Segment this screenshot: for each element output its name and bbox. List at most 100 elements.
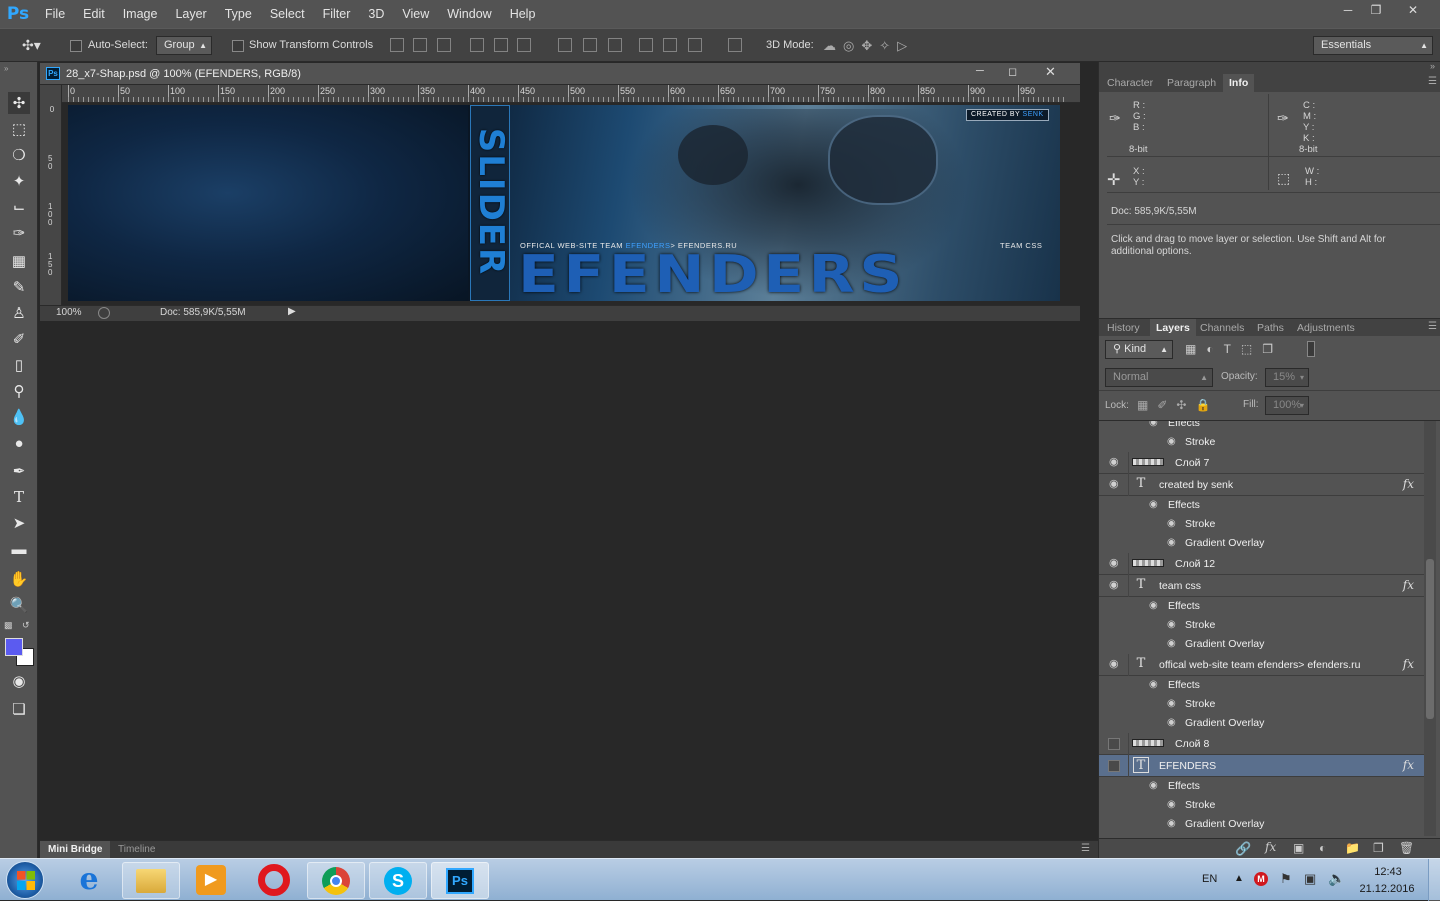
menu-filter[interactable]: Filter — [314, 0, 360, 28]
transform-controls-checkbox[interactable] — [232, 40, 244, 52]
layers-panel-menu-icon[interactable]: ☰ — [1428, 321, 1437, 332]
bottom-panel-menu-icon[interactable]: ☰ — [1081, 843, 1090, 854]
document-tab[interactable]: Ps 28_x7-Shap.psd @ 100% (EFENDERS, RGB/… — [40, 63, 1080, 85]
tab-mini-bridge[interactable]: Mini Bridge — [40, 841, 111, 859]
layer-filter-icons[interactable]: ▦◐T⬚❐ — [1185, 342, 1283, 356]
align-top-icon[interactable] — [390, 38, 404, 52]
layer-row-text[interactable]: ◉ Tteam css fx — [1099, 575, 1424, 597]
layer-effects-group[interactable]: ◉ Effects — [1099, 597, 1424, 616]
layer-effect-item[interactable]: ◉ Stroke — [1099, 796, 1424, 815]
workspace-dropdown[interactable]: Essentials ▲ — [1313, 36, 1433, 55]
fx-icon[interactable]: fx — [1265, 840, 1276, 854]
tray-m-icon[interactable]: M — [1254, 872, 1268, 886]
type-tool-icon[interactable]: T — [8, 486, 30, 508]
screen-mode-icon[interactable]: ❏ — [8, 698, 30, 720]
start-button[interactable] — [6, 861, 44, 899]
explorer-taskbar-button[interactable] — [122, 862, 180, 899]
photoshop-taskbar-button[interactable]: Ps — [431, 862, 489, 899]
paint-bucket-tool-icon[interactable]: ⚲ — [8, 380, 30, 402]
tab-adjustments[interactable]: Adjustments — [1291, 319, 1361, 337]
menu-help[interactable]: Help — [501, 0, 545, 28]
menu-layer[interactable]: Layer — [166, 0, 215, 28]
layer-row-text[interactable]: T EFENDERS fx — [1099, 755, 1424, 777]
add-mask-icon[interactable]: ▣ — [1293, 841, 1304, 855]
align-bottom-icon[interactable] — [437, 38, 451, 52]
align-hcenter-icon[interactable] — [494, 38, 508, 52]
align-left-icon[interactable] — [470, 38, 484, 52]
visibility-off-box[interactable] — [1108, 760, 1120, 772]
link-layers-icon[interactable]: 🔗 — [1235, 841, 1251, 857]
layer-effect-item[interactable]: ◉ Gradient Overlay — [1099, 635, 1424, 654]
align-right-icon[interactable] — [517, 38, 531, 52]
align-vcenter-icon[interactable] — [413, 38, 427, 52]
effects-eye-icon[interactable]: ◉ — [1149, 499, 1161, 511]
tab-info[interactable]: Info — [1223, 74, 1255, 92]
status-icon[interactable] — [98, 307, 110, 319]
layer-effects-group[interactable]: ◉ Effects — [1099, 676, 1424, 695]
blend-mode-dropdown[interactable]: Normal ▲ — [1105, 368, 1213, 387]
effect-eye-icon[interactable]: ◉ — [1167, 537, 1179, 549]
brush-tool-icon[interactable]: ✎ — [8, 276, 30, 298]
path-selection-tool-icon[interactable]: ➤ — [8, 512, 30, 534]
dodge-tool-icon[interactable]: ● — [8, 432, 30, 454]
hand-tool-icon[interactable]: ✋ — [8, 568, 30, 590]
language-indicator[interactable]: EN — [1202, 873, 1217, 885]
collapse-panels-icon[interactable]: » — [1430, 61, 1435, 71]
layer-effect-item[interactable]: ◉ Stroke — [1099, 616, 1424, 635]
menu-view[interactable]: View — [393, 0, 438, 28]
eyedropper-tool-icon[interactable]: ✑ — [8, 222, 30, 244]
default-colors-icon[interactable]: ▩ — [4, 620, 13, 631]
lock-icons[interactable]: ▦✐✣🔒 — [1137, 398, 1219, 412]
quick-mask-icon[interactable]: ◉ — [8, 670, 30, 692]
magic-wand-tool-icon[interactable]: ✦ — [8, 170, 30, 192]
effects-eye-icon[interactable]: ◉ — [1149, 679, 1161, 691]
menu-type[interactable]: Type — [216, 0, 261, 28]
tab-paragraph[interactable]: Paragraph — [1161, 74, 1222, 92]
kind-filter-dropdown[interactable]: ⚲ Kind ▲ — [1105, 340, 1173, 359]
menu-file[interactable]: File — [36, 0, 74, 28]
status-menu-arrow-icon[interactable]: ▶ — [288, 306, 296, 317]
effects-eye-icon[interactable]: ◉ — [1149, 780, 1161, 792]
layer-row-text[interactable]: ◉ Tcreated by senk fx — [1099, 474, 1424, 496]
layer-effect-item[interactable]: ◉ Gradient Overlay — [1099, 534, 1424, 553]
marquee-tool-icon[interactable]: ⬚ — [8, 118, 30, 140]
pen-tool-icon[interactable]: ✒ — [8, 460, 30, 482]
visibility-eye-icon[interactable]: ◉ — [1109, 557, 1121, 569]
clock-date[interactable]: 21.12.2016 — [1356, 883, 1418, 895]
zoom-tool-icon[interactable]: 🔍 — [8, 594, 30, 616]
canvas-area[interactable]: 0 50 100 150 200 250 300 350 400 450 500 550 600 650 7… — [40, 85, 1080, 305]
visibility-eye-icon[interactable]: ◉ — [1109, 579, 1121, 591]
fill-input[interactable]: 100% ▾ — [1265, 396, 1309, 415]
chrome-taskbar-button[interactable] — [307, 862, 365, 899]
filter-toggle[interactable] — [1307, 341, 1315, 357]
distribute-left-icon[interactable] — [639, 38, 653, 52]
clone-stamp-tool-icon[interactable]: ♙ — [8, 302, 30, 324]
menu-3d[interactable]: 3D — [359, 0, 393, 28]
tab-channels[interactable]: Channels — [1194, 319, 1250, 337]
visibility-off-box[interactable] — [1108, 738, 1120, 750]
new-layer-icon[interactable]: ❐ — [1373, 841, 1384, 855]
crop-tool-icon[interactable]: ⌙ — [8, 196, 30, 218]
auto-align-icon[interactable] — [728, 38, 742, 52]
foreground-color-swatch[interactable] — [5, 638, 23, 656]
minimize-icon[interactable]: ─ — [1334, 0, 1362, 20]
menu-select[interactable]: Select — [261, 0, 314, 28]
layer-row-text[interactable]: ◉ Toffical web-site team efenders> efende… — [1099, 654, 1424, 676]
tab-paths[interactable]: Paths — [1251, 319, 1290, 337]
menu-window[interactable]: Window — [438, 0, 500, 28]
close-icon[interactable]: ✕ — [1398, 0, 1428, 20]
adjustment-layer-icon[interactable]: ◐ — [1319, 841, 1326, 855]
effect-eye-icon[interactable]: ◉ — [1167, 638, 1179, 650]
layer-effect-item[interactable]: ◉ Stroke — [1099, 515, 1424, 534]
zoom-level[interactable]: 100% — [56, 307, 82, 318]
tab-layers[interactable]: Layers — [1150, 319, 1196, 337]
distribute-top-icon[interactable] — [558, 38, 572, 52]
effect-eye-icon[interactable]: ◉ — [1167, 698, 1179, 710]
healing-brush-tool-icon[interactable]: ▦ — [8, 250, 30, 272]
skype-taskbar-button[interactable]: S — [369, 862, 427, 899]
doc-maximize-icon[interactable]: ◻ — [1008, 65, 1017, 78]
delete-layer-icon[interactable]: 🗑 — [1399, 841, 1414, 855]
fx-icon[interactable]: fx — [1403, 477, 1414, 491]
effect-eye-icon[interactable]: ◉ — [1167, 717, 1179, 729]
lasso-tool-icon[interactable]: ❍ — [8, 144, 30, 166]
